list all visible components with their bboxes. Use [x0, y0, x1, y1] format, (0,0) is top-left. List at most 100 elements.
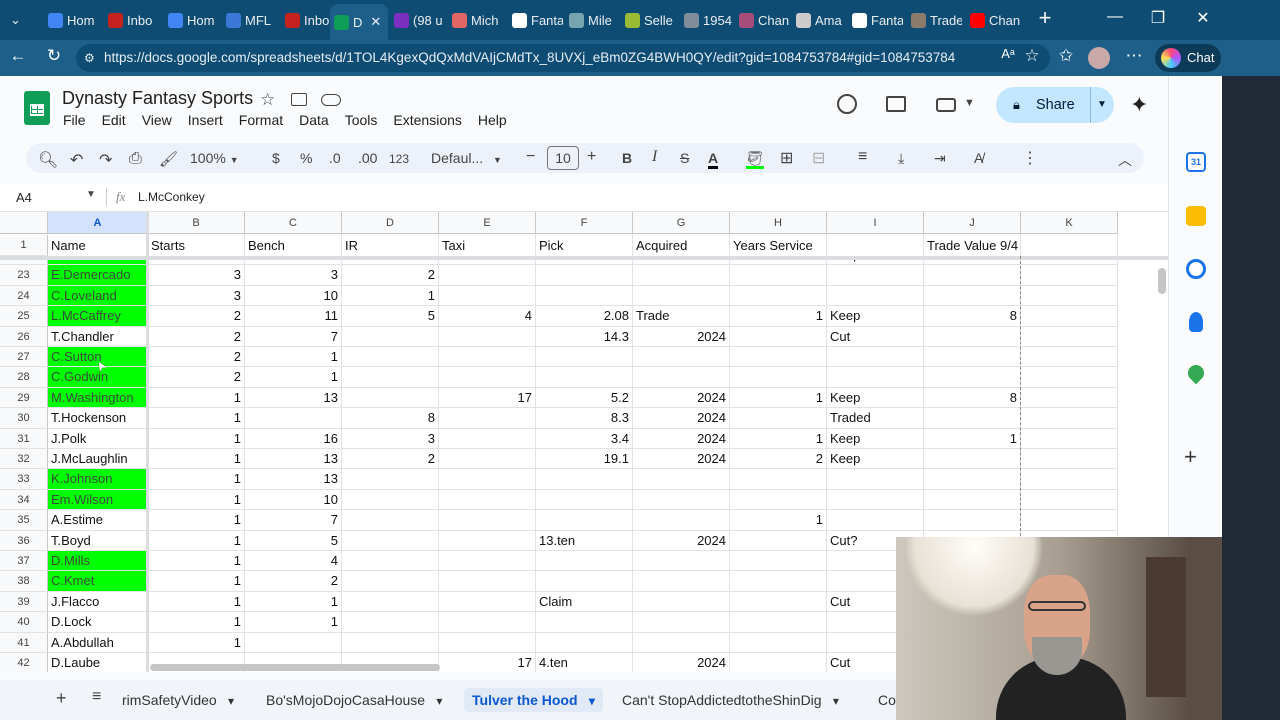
browser-tab[interactable]: Hom — [164, 6, 219, 34]
italic-icon[interactable]: I — [652, 148, 657, 166]
cell-f27[interactable] — [536, 347, 633, 368]
cell-a38[interactable]: C.Kmet — [48, 571, 148, 592]
cell-i32[interactable]: Keep — [827, 449, 924, 470]
new-tab-icon[interactable]: + — [1025, 5, 1065, 31]
cell-i1[interactable] — [827, 235, 924, 256]
cell-e24[interactable] — [439, 285, 536, 307]
browser-tab[interactable]: Chan — [966, 6, 1021, 34]
column-header-j[interactable]: J — [924, 212, 1021, 234]
cell-h41[interactable] — [730, 632, 827, 653]
cell-g33[interactable] — [633, 469, 730, 490]
vertical-align-icon[interactable]: ⤓ — [898, 150, 904, 167]
cell-i27[interactable] — [827, 347, 924, 368]
column-header-k[interactable]: K — [1021, 212, 1118, 234]
cell-b25[interactable]: 2 — [148, 306, 245, 327]
cell-c31[interactable]: 16 — [245, 428, 342, 449]
cell-c30[interactable] — [245, 408, 342, 429]
bold-icon[interactable]: B — [622, 150, 632, 166]
cell-e40[interactable] — [439, 612, 536, 633]
cell-g39[interactable] — [633, 591, 730, 613]
move-folder-icon[interactable] — [291, 93, 307, 106]
sheet-tab[interactable]: Tulver the Hood ▾ — [464, 688, 603, 712]
cell-g42[interactable]: 2024 — [633, 653, 730, 672]
column-header-h[interactable]: H — [730, 212, 827, 234]
cell-j25[interactable]: 8 — [924, 306, 1021, 327]
row-header[interactable]: 33 — [0, 469, 48, 490]
browser-tab[interactable]: 1954 — [680, 6, 735, 34]
tasks-icon[interactable] — [1186, 259, 1206, 279]
cell-h37[interactable] — [730, 551, 827, 572]
borders-icon[interactable]: ⊞ — [780, 148, 793, 168]
cell-j28[interactable] — [924, 367, 1021, 388]
get-addons-icon[interactable]: + — [1184, 444, 1197, 470]
cell-i35[interactable] — [827, 510, 924, 531]
decrease-font-size-icon[interactable]: − — [526, 148, 535, 166]
row-header[interactable]: 23 — [0, 265, 48, 286]
version-history-icon[interactable] — [837, 94, 857, 114]
cell-d41[interactable] — [342, 632, 439, 653]
font-size-input[interactable]: 10 — [547, 146, 579, 170]
cell-a35[interactable]: A.Estime — [48, 510, 148, 531]
more-formats-button[interactable]: 123 — [389, 152, 409, 166]
favorites-icon[interactable]: ✩ — [1054, 46, 1078, 66]
row-header[interactable]: 36 — [0, 530, 48, 551]
share-dropdown-icon[interactable]: ▼ — [1090, 87, 1107, 123]
cell-d39[interactable] — [342, 591, 439, 613]
cell-b35[interactable]: 1 — [148, 510, 245, 531]
menu-extensions[interactable]: Extensions — [393, 112, 461, 128]
cell-c38[interactable]: 2 — [245, 571, 342, 592]
sheet-tab[interactable]: Can't StopAddictedtotheShinDig ▾ — [622, 688, 839, 712]
read-aloud-icon[interactable]: Aᵃ — [996, 46, 1020, 61]
cell-k34[interactable] — [1021, 489, 1118, 511]
frozen-column-divider[interactable] — [146, 212, 149, 672]
bookmark-star-icon[interactable]: ☆ — [1020, 46, 1044, 66]
cell-f37[interactable] — [536, 551, 633, 572]
menu-view[interactable]: View — [142, 112, 172, 128]
cell-j1[interactable]: Trade Value 9/4 — [924, 235, 1021, 256]
cell-j31[interactable]: 1 — [924, 428, 1021, 449]
cell-c25[interactable]: 11 — [245, 306, 342, 327]
cell-e27[interactable] — [439, 347, 536, 368]
cell-h42[interactable] — [730, 653, 827, 672]
cell-f34[interactable] — [536, 489, 633, 511]
select-all-corner[interactable] — [0, 212, 48, 234]
align-icon[interactable]: ≡ — [858, 148, 867, 166]
cell-f31[interactable]: 3.4 — [536, 428, 633, 449]
row-header[interactable]: 32 — [0, 449, 48, 470]
cell-g38[interactable] — [633, 571, 730, 592]
row-header[interactable]: 30 — [0, 408, 48, 429]
text-color-icon[interactable]: A — [708, 150, 719, 169]
cell-d23[interactable]: 2 — [342, 265, 439, 286]
cell-h38[interactable] — [730, 571, 827, 592]
column-header-d[interactable]: D — [342, 212, 439, 234]
increase-decimal-button[interactable]: .00 — [358, 150, 377, 166]
add-sheet-icon[interactable]: + — [56, 688, 67, 709]
cell-c40[interactable]: 1 — [245, 612, 342, 633]
text-rotation-icon[interactable]: A̸ — [974, 150, 983, 166]
browser-tab[interactable]: (98 u — [390, 6, 445, 34]
cell-d34[interactable] — [342, 489, 439, 511]
cell-f41[interactable] — [536, 632, 633, 653]
cell-d24[interactable]: 1 — [342, 285, 439, 307]
cell-d30[interactable]: 8 — [342, 408, 439, 429]
cell-j33[interactable] — [924, 469, 1021, 490]
sheet-tab-menu-icon[interactable]: ▾ — [586, 694, 595, 708]
cell-f38[interactable] — [536, 571, 633, 592]
cell-g27[interactable] — [633, 347, 730, 368]
browser-tab[interactable]: Mich — [448, 6, 503, 34]
row-header[interactable]: 27 — [0, 347, 48, 368]
cell-d1[interactable]: IR — [342, 235, 439, 256]
cell-a31[interactable]: J.Polk — [48, 428, 148, 449]
cell-i33[interactable] — [827, 469, 924, 490]
cell-d31[interactable]: 3 — [342, 428, 439, 449]
chat-button[interactable]: Chat — [1155, 44, 1221, 72]
cell-g23[interactable] — [633, 265, 730, 286]
cell-e26[interactable] — [439, 326, 536, 347]
cell-i25[interactable]: Keep — [827, 306, 924, 327]
cell-j27[interactable] — [924, 347, 1021, 368]
cell-g30[interactable]: 2024 — [633, 408, 730, 429]
browser-tab[interactable]: Hom — [44, 6, 99, 34]
sheet-tab[interactable]: Bo'sMojoDojoCasaHouse ▾ — [266, 688, 442, 712]
cell-a24[interactable]: C.Loveland — [48, 285, 148, 307]
cell-h28[interactable] — [730, 367, 827, 388]
